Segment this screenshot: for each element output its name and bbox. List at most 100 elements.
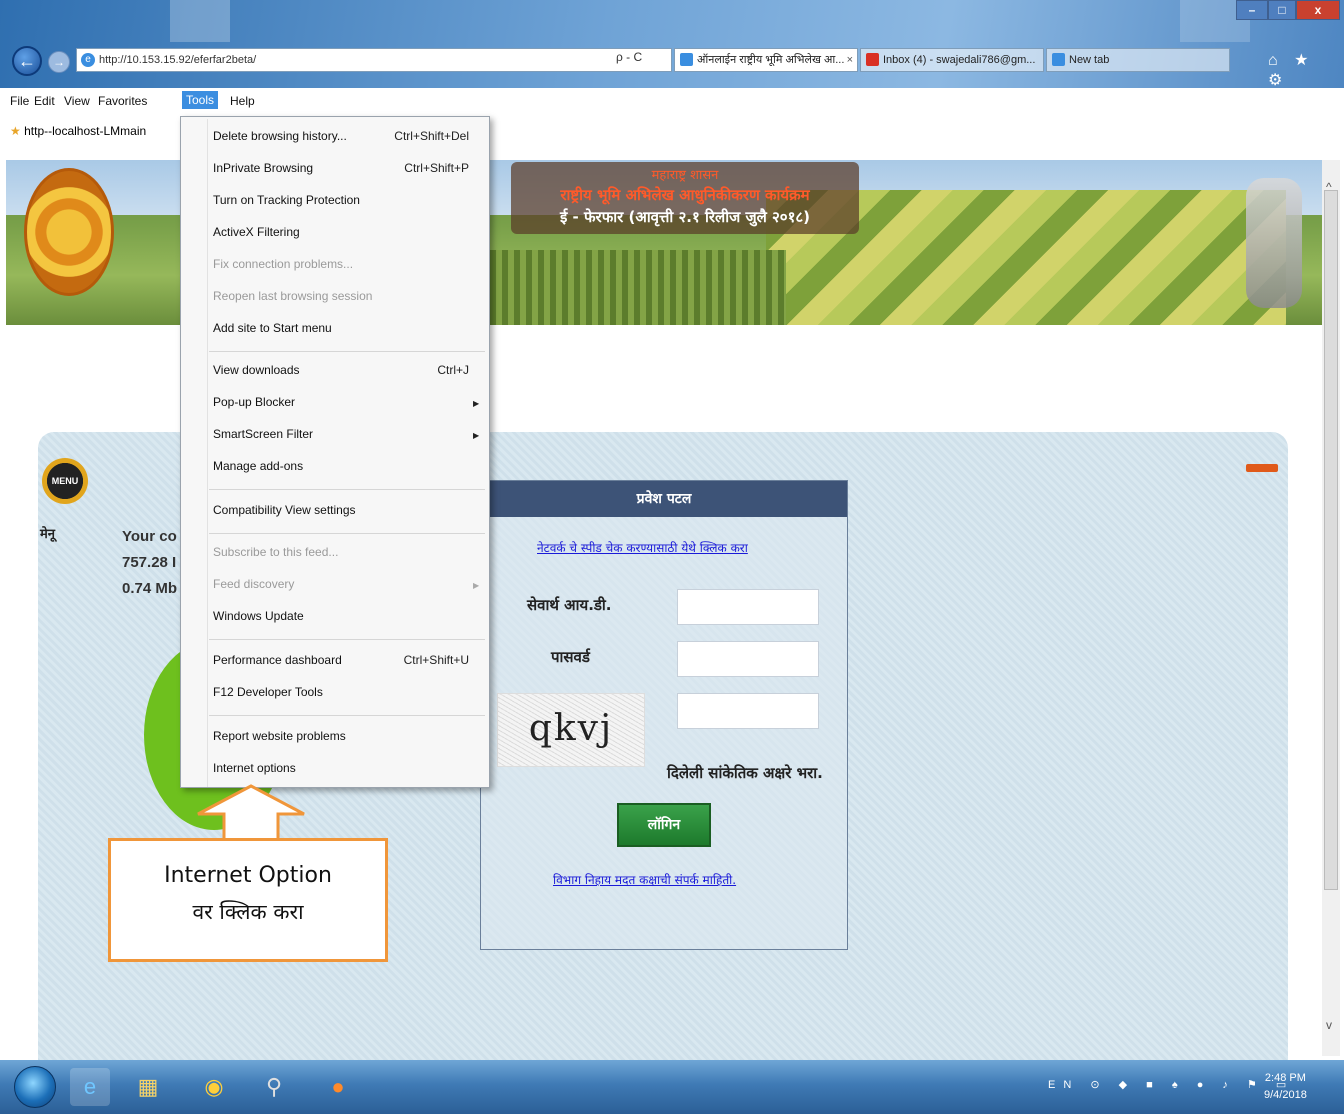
captcha-image: qkvj: [497, 693, 645, 767]
menu-separator: [209, 489, 485, 490]
favorites-star-icon[interactable]: ★: [10, 124, 21, 138]
ie-icon: [680, 53, 693, 66]
banner-title: महाराष्ट्र शासन राष्ट्रीय भूमि अभिलेख आध…: [511, 162, 859, 234]
submenu-arrow-icon: ▶: [473, 399, 480, 408]
tab-gmail[interactable]: Inbox (4) - swajedali786@gm...: [860, 48, 1044, 72]
callout-up-arrow: [197, 784, 305, 842]
login-header: प्रवेश पटल: [481, 481, 847, 517]
menu-favorites[interactable]: Favorites: [98, 94, 147, 108]
shortcut-text: Ctrl+Shift+U: [403, 653, 469, 667]
banner-line3: ई - फेरफार (आवृत्ती २.१ रिलीज जुलै २०१८): [559, 208, 811, 226]
menu-separator: [209, 715, 485, 716]
tab-land-records[interactable]: ऑनलाईन राष्ट्रीय भूमि अभिलेख आ... ×: [674, 48, 858, 72]
ie-taskbar-icon[interactable]: e: [70, 1068, 110, 1106]
tab-label: Inbox (4) - swajedali786@gm...: [883, 54, 1036, 66]
tab-new[interactable]: New tab: [1046, 48, 1230, 72]
menu-item-delete-history[interactable]: Delete browsing history...: [213, 129, 347, 149]
menu-item-report-problems[interactable]: Report website problems: [213, 729, 346, 749]
shortcut-text: Ctrl+J: [437, 363, 469, 377]
menu-separator: [209, 639, 485, 640]
start-button[interactable]: [14, 1066, 56, 1108]
connection-speed-text: Your co 757.28 I 0.74 Mb: [122, 524, 177, 602]
scrollbar-thumb[interactable]: [1324, 190, 1338, 890]
menu-item-fix-connection: Fix connection problems...: [213, 257, 354, 271]
callout-box: Internet Option वर क्लिक करा: [108, 838, 388, 962]
password-input[interactable]: [677, 641, 819, 677]
forward-button[interactable]: →: [48, 51, 70, 73]
menu-separator: [209, 351, 485, 352]
close-tab-icon[interactable]: ×: [847, 49, 853, 71]
captcha-input[interactable]: [677, 693, 819, 729]
banner-line1: महाराष्ट्र शासन: [651, 168, 719, 183]
gmail-icon: [866, 53, 879, 66]
search-refresh-icon[interactable]: ρ - C: [616, 50, 642, 64]
firefox-icon[interactable]: ●: [318, 1068, 358, 1106]
favorites-bar: ★ http--localhost-LMmain: [0, 124, 180, 148]
menu-item-performance-dashboard[interactable]: Performance dashboard: [213, 653, 342, 673]
ie-icon: e: [81, 53, 95, 67]
menu-edit[interactable]: Edit: [34, 94, 55, 108]
login-button[interactable]: लॉगिन: [617, 803, 711, 847]
menu-item-reopen-session: Reopen last browsing session: [213, 289, 373, 303]
scroll-down-icon[interactable]: v: [1326, 1018, 1332, 1032]
menu-item-activex-filtering[interactable]: ActiveX Filtering: [213, 225, 300, 245]
shortcut-text: Ctrl+Shift+Del: [394, 129, 469, 143]
callout-line1: Internet Option: [164, 863, 332, 888]
page-scrollbar[interactable]: ^ v: [1322, 160, 1340, 1056]
speed-check-link[interactable]: नेटवर्क चे स्पीड चेक करण्यासाठी येथे क्ल…: [537, 539, 748, 556]
close-button[interactable]: x: [1296, 0, 1340, 20]
menu-item-view-downloads[interactable]: View downloads: [213, 363, 300, 383]
menu-item-developer-tools[interactable]: F12 Developer Tools: [213, 685, 323, 705]
menu-item-smartscreen[interactable]: SmartScreen Filter: [213, 427, 313, 447]
menu-item-internet-options[interactable]: Internet options: [213, 761, 296, 781]
password-label: पासवर्ड: [551, 648, 590, 666]
chrome-icon[interactable]: ◉: [194, 1068, 234, 1106]
language-indicator[interactable]: EN: [1048, 1079, 1079, 1091]
address-text: http://10.153.15.92/eferfar2beta/: [99, 54, 257, 66]
address-bar[interactable]: e http://10.153.15.92/eferfar2beta/: [76, 48, 672, 72]
callout-line2: वर क्लिक करा: [192, 900, 304, 924]
collapse-button[interactable]: [1246, 464, 1278, 472]
menu-label: मेनू: [40, 527, 55, 542]
menu-help[interactable]: Help: [230, 94, 255, 108]
clock-time: 2:48 PM: [1264, 1072, 1306, 1084]
minimize-button[interactable]: –: [1236, 0, 1268, 20]
taskbar-clock[interactable]: 2:48 PM 9/4/2018: [1264, 1070, 1307, 1104]
menu-item-inprivate[interactable]: InPrivate Browsing: [213, 161, 313, 181]
ie-icon: [1052, 53, 1065, 66]
ashoka-emblem-logo: [1246, 178, 1302, 308]
menu-file[interactable]: File: [10, 94, 29, 108]
menu-item-windows-update[interactable]: Windows Update: [213, 609, 304, 629]
speed-line: Your co: [122, 528, 177, 545]
speed-line: 757.28 I: [122, 554, 177, 571]
submenu-arrow-icon: ▶: [473, 581, 480, 590]
back-button[interactable]: ←: [12, 46, 42, 76]
menu-button[interactable]: MENU: [42, 458, 88, 504]
menu-separator: [209, 533, 485, 534]
menu-gutter: [207, 119, 208, 787]
menu-item-compatibility-view[interactable]: Compatibility View settings: [213, 503, 356, 523]
menu-item-add-site-start[interactable]: Add site to Start menu: [213, 321, 332, 341]
home-favorites-settings-icons[interactable]: ⌂ ★ ⚙: [1268, 50, 1344, 90]
maharashtra-seal-logo: [24, 168, 114, 296]
clock-date: 9/4/2018: [1264, 1089, 1307, 1101]
speed-line: 0.74 Mb: [122, 580, 178, 597]
favorites-item[interactable]: http--localhost-LMmain: [24, 124, 146, 138]
captcha-label: दिलेली सांकेतिक अक्षरे भरा.: [667, 764, 823, 782]
menu-bar: File Edit View Favorites Tools Help: [0, 88, 1344, 114]
windows-taskbar: e ▦ ◉ ⚲ ● EN ⊙ ◆ ■ ♠ ● ♪ ⚑ ▭ 2:48 PM 9/4…: [0, 1060, 1344, 1114]
explorer-folder-icon[interactable]: ▦: [128, 1068, 168, 1106]
menu-view[interactable]: View: [64, 94, 90, 108]
titlebar-glass: [170, 0, 230, 42]
menu-tools[interactable]: Tools: [182, 91, 219, 109]
menu-item-popup-blocker[interactable]: Pop-up Blocker: [213, 395, 295, 415]
restore-button[interactable]: □: [1268, 0, 1296, 20]
menu-item-tracking-protection[interactable]: Turn on Tracking Protection: [213, 193, 360, 213]
help-contact-link[interactable]: विभाग निहाय मदत कक्षाची संपर्क माहिती.: [553, 871, 736, 888]
search-app-icon[interactable]: ⚲: [254, 1068, 294, 1106]
menu-item-manage-addons[interactable]: Manage add-ons: [213, 459, 303, 479]
user-id-input[interactable]: [677, 589, 819, 625]
shortcut-text: Ctrl+Shift+P: [404, 161, 469, 175]
submenu-arrow-icon: ▶: [473, 431, 480, 440]
system-tray[interactable]: EN ⊙ ◆ ■ ♠ ● ♪ ⚑ ▭: [1048, 1078, 1294, 1091]
